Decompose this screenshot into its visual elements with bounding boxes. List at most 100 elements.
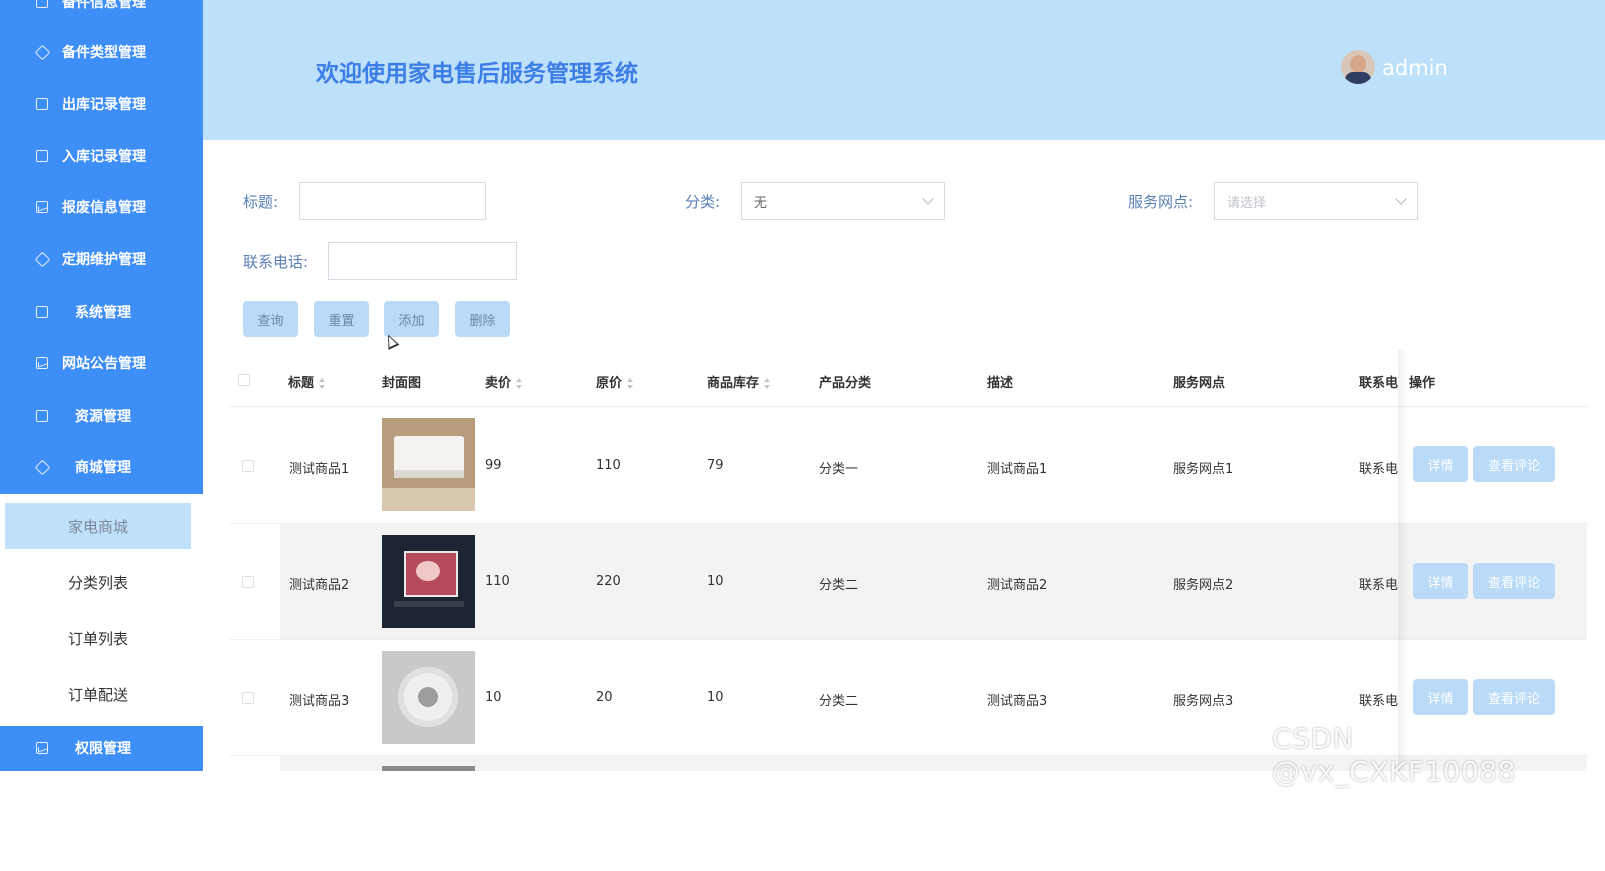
- cell-description: 测试商品2: [987, 578, 1048, 593]
- column-header-actions: 操作: [1409, 376, 1436, 391]
- submenu-item-category-list[interactable]: 分类列表: [5, 559, 191, 605]
- category-select[interactable]: 无: [741, 182, 945, 220]
- phone-input[interactable]: [328, 242, 517, 280]
- outlet-label: 服务网点:: [1128, 193, 1194, 211]
- menu-item-label: 备件类型管理: [62, 45, 146, 61]
- menu-item-label: 商城管理: [75, 460, 131, 476]
- product-image: [382, 766, 475, 771]
- edit-icon: [36, 0, 48, 8]
- watermark: CSDN @vx_CXKF10088: [1272, 722, 1516, 788]
- cell-original-price: 20: [596, 690, 613, 705]
- category-select-value: 无: [754, 195, 768, 211]
- menu-item-permissions[interactable]: 权限管理: [0, 726, 203, 771]
- chevron-down-icon: [1395, 193, 1407, 205]
- menu-item-label: 报废信息管理: [62, 200, 146, 216]
- cell-original-price: 220: [596, 574, 621, 589]
- query-button[interactable]: 查询: [243, 301, 298, 337]
- cell-price: 99: [485, 458, 502, 473]
- diamond-icon: [34, 459, 51, 475]
- reset-button[interactable]: 重置: [314, 301, 369, 337]
- view-comments-button[interactable]: 查看评论: [1473, 446, 1555, 482]
- menu-item-maintenance[interactable]: 定期维护管理: [0, 239, 203, 279]
- column-header-stock[interactable]: 商品库存: [707, 372, 771, 391]
- row-checkbox[interactable]: [242, 460, 254, 472]
- edit-icon: [36, 98, 48, 110]
- menu-item-permissions-row[interactable]: 权限管理: [0, 728, 203, 768]
- edit-icon: [36, 306, 48, 318]
- cell-title: 测试商品3: [289, 694, 350, 709]
- sort-icon[interactable]: [319, 377, 326, 390]
- yen-icon: [36, 150, 48, 162]
- menu-item-resources[interactable]: 资源管理: [0, 396, 203, 436]
- cell-description: 测试商品1: [987, 462, 1048, 477]
- page-title: 欢迎使用家电售后服务管理系统: [316, 61, 638, 87]
- delete-button[interactable]: 删除: [455, 301, 510, 337]
- menu-item-parts-type[interactable]: 备件类型管理: [0, 32, 203, 72]
- menu-item-parts-info[interactable]: 备件信息管理: [0, 0, 203, 22]
- cell-stock: 10: [707, 574, 724, 589]
- submenu-item-order-list[interactable]: 订单列表: [5, 615, 191, 661]
- cell-outlet: 服务网点1: [1173, 462, 1234, 477]
- avatar[interactable]: [1341, 50, 1375, 84]
- menu-item-label: 出库记录管理: [62, 97, 146, 113]
- menu-item-inbound[interactable]: 入库记录管理: [0, 136, 203, 176]
- submenu-item-appliance-mall[interactable]: 家电商城: [5, 503, 191, 549]
- diamond-icon: [34, 251, 51, 267]
- sort-icon[interactable]: [627, 377, 634, 390]
- cell-description: 测试商品3: [987, 694, 1048, 709]
- column-header-category: 产品分类: [819, 376, 872, 391]
- menu-item-label: 入库记录管理: [62, 149, 146, 165]
- header: 欢迎使用家电售后服务管理系统 admin: [203, 0, 1605, 140]
- select-all-checkbox[interactable]: [238, 374, 250, 386]
- sidebar: 备件信息管理 备件类型管理 出库记录管理 入库记录管理 报废信息管理 定期维护管…: [0, 0, 203, 771]
- menu-item-outbound[interactable]: 出库记录管理: [0, 84, 203, 124]
- cell-title: 测试商品1: [289, 462, 350, 477]
- cell-phone: 联系电: [1359, 578, 1399, 593]
- cell-category: 分类二: [819, 578, 859, 593]
- column-header-title[interactable]: 标题: [288, 372, 326, 391]
- diamond-icon: [34, 44, 51, 60]
- cell-stock: 79: [707, 458, 724, 473]
- detail-button[interactable]: 详情: [1413, 563, 1468, 599]
- column-header-description: 描述: [987, 376, 1014, 391]
- chart-icon: [36, 742, 48, 754]
- cell-outlet: 服务网点2: [1173, 578, 1234, 593]
- menu-item-label: 备件信息管理: [62, 0, 146, 11]
- table-row: 测试商品1 99 110 79 分类一 测试商品1 服务网点1 联系电 详情 查…: [230, 408, 1587, 523]
- cell-price: 10: [485, 690, 502, 705]
- row-checkbox[interactable]: [242, 692, 254, 704]
- title-input[interactable]: [299, 182, 486, 220]
- cell-phone: 联系电: [1359, 462, 1399, 477]
- product-image-television: [382, 535, 475, 628]
- fixed-column-shadow: [1398, 350, 1408, 771]
- sidebar-menu: 备件信息管理 备件类型管理 出库记录管理 入库记录管理 报废信息管理 定期维护管…: [0, 0, 203, 494]
- detail-button[interactable]: 详情: [1413, 679, 1468, 715]
- category-label: 分类:: [685, 193, 721, 211]
- sort-icon[interactable]: [764, 377, 771, 390]
- menu-item-label: 定期维护管理: [62, 252, 146, 268]
- menu-item-system[interactable]: 系统管理: [0, 292, 203, 332]
- edit-icon: [36, 410, 48, 422]
- detail-button[interactable]: 详情: [1413, 446, 1468, 482]
- view-comments-button[interactable]: 查看评论: [1473, 679, 1555, 715]
- column-header-original-price[interactable]: 原价: [596, 372, 634, 391]
- user-name[interactable]: admin: [1382, 56, 1448, 80]
- column-header-price[interactable]: 卖价: [485, 372, 523, 391]
- table-row: 测试商品2 110 220 10 分类二 测试商品2 服务网点2 联系电 详情 …: [230, 524, 1587, 639]
- outlet-select[interactable]: 请选择: [1214, 182, 1418, 220]
- menu-item-label: 权限管理: [75, 741, 131, 757]
- menu-item-scrap[interactable]: 报废信息管理: [0, 187, 203, 227]
- menu-item-mall[interactable]: 商城管理: [0, 447, 203, 487]
- column-header-phone: 联系电: [1359, 376, 1399, 391]
- submenu-item-order-delivery[interactable]: 订单配送: [5, 671, 191, 717]
- cell-stock: 10: [707, 690, 724, 705]
- column-header-outlet: 服务网点: [1173, 376, 1226, 391]
- row-checkbox[interactable]: [242, 576, 254, 588]
- cell-original-price: 110: [596, 458, 621, 473]
- chart-icon: [36, 201, 48, 213]
- product-image-ceiling-fan: [382, 651, 475, 744]
- menu-item-announcements[interactable]: 网站公告管理: [0, 343, 203, 383]
- sort-icon[interactable]: [516, 377, 523, 390]
- title-label: 标题:: [243, 193, 279, 211]
- view-comments-button[interactable]: 查看评论: [1473, 563, 1555, 599]
